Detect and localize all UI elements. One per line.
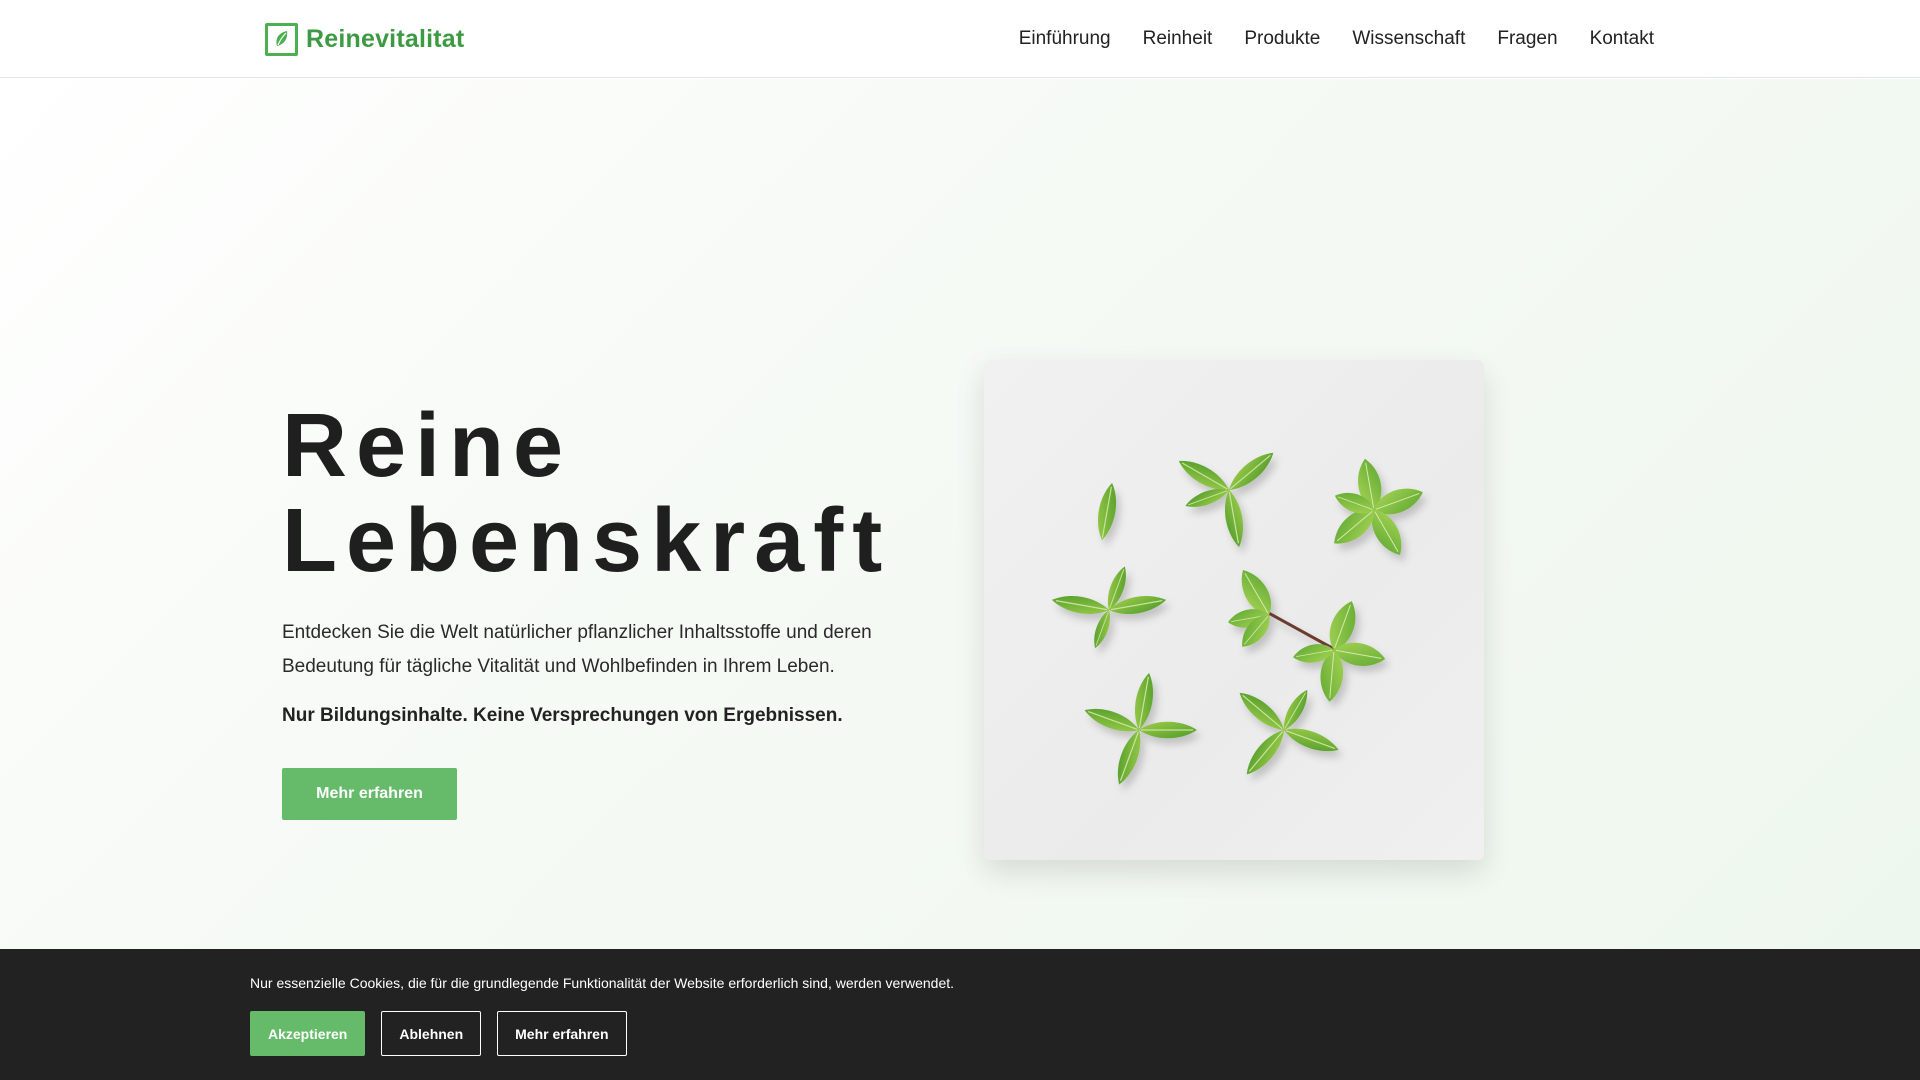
- hero-title-line-1: Reine: [282, 396, 573, 496]
- hero-title: Reine Lebenskraft: [282, 399, 982, 589]
- learn-more-button[interactable]: Mehr erfahren: [282, 768, 457, 820]
- cookie-text: Nur essenzielle Cookies, die für die gru…: [250, 975, 955, 991]
- decline-cookies-button[interactable]: Ablehnen: [381, 1011, 482, 1056]
- brand-name: Reinevitalitat: [306, 24, 465, 53]
- accept-cookies-button[interactable]: Akzeptieren: [250, 1011, 366, 1056]
- nav-item-produkte[interactable]: Produkte: [1244, 28, 1320, 50]
- nav-item-fragen[interactable]: Fragen: [1497, 28, 1557, 50]
- brand-logo[interactable]: Reinevitalitat: [265, 21, 464, 57]
- main-nav: Einführung Reinheit Produkte Wissenschaf…: [1019, 0, 1654, 78]
- herbs-image: [984, 360, 1484, 860]
- herbs-illustration: [1049, 445, 1428, 788]
- hero-description: Entdecken Sie die Welt natürlicher pflan…: [282, 622, 872, 677]
- cookie-more-info-button[interactable]: Mehr erfahren: [497, 1011, 627, 1056]
- cookie-banner: Nur essenzielle Cookies, die für die gru…: [0, 949, 1920, 1080]
- cookie-actions: Akzeptieren Ablehnen Mehr erfahren: [250, 1011, 627, 1056]
- site-header: Reinevitalitat Einführung Reinheit Produ…: [0, 0, 1920, 78]
- hero-disclaimer: Nur Bildungsinhalte. Keine Versprechunge…: [282, 705, 843, 726]
- nav-item-einfuehrung[interactable]: Einführung: [1019, 28, 1111, 50]
- nav-item-wissenschaft[interactable]: Wissenschaft: [1352, 28, 1465, 50]
- nav-item-reinheit[interactable]: Reinheit: [1143, 28, 1213, 50]
- hero-title-line-2: Lebenskraft: [282, 491, 892, 591]
- leaf-icon: [265, 22, 298, 56]
- nav-item-kontakt[interactable]: Kontakt: [1590, 28, 1654, 50]
- hero-section: Reine Lebenskraft Entdecken Sie die Welt…: [0, 79, 1920, 949]
